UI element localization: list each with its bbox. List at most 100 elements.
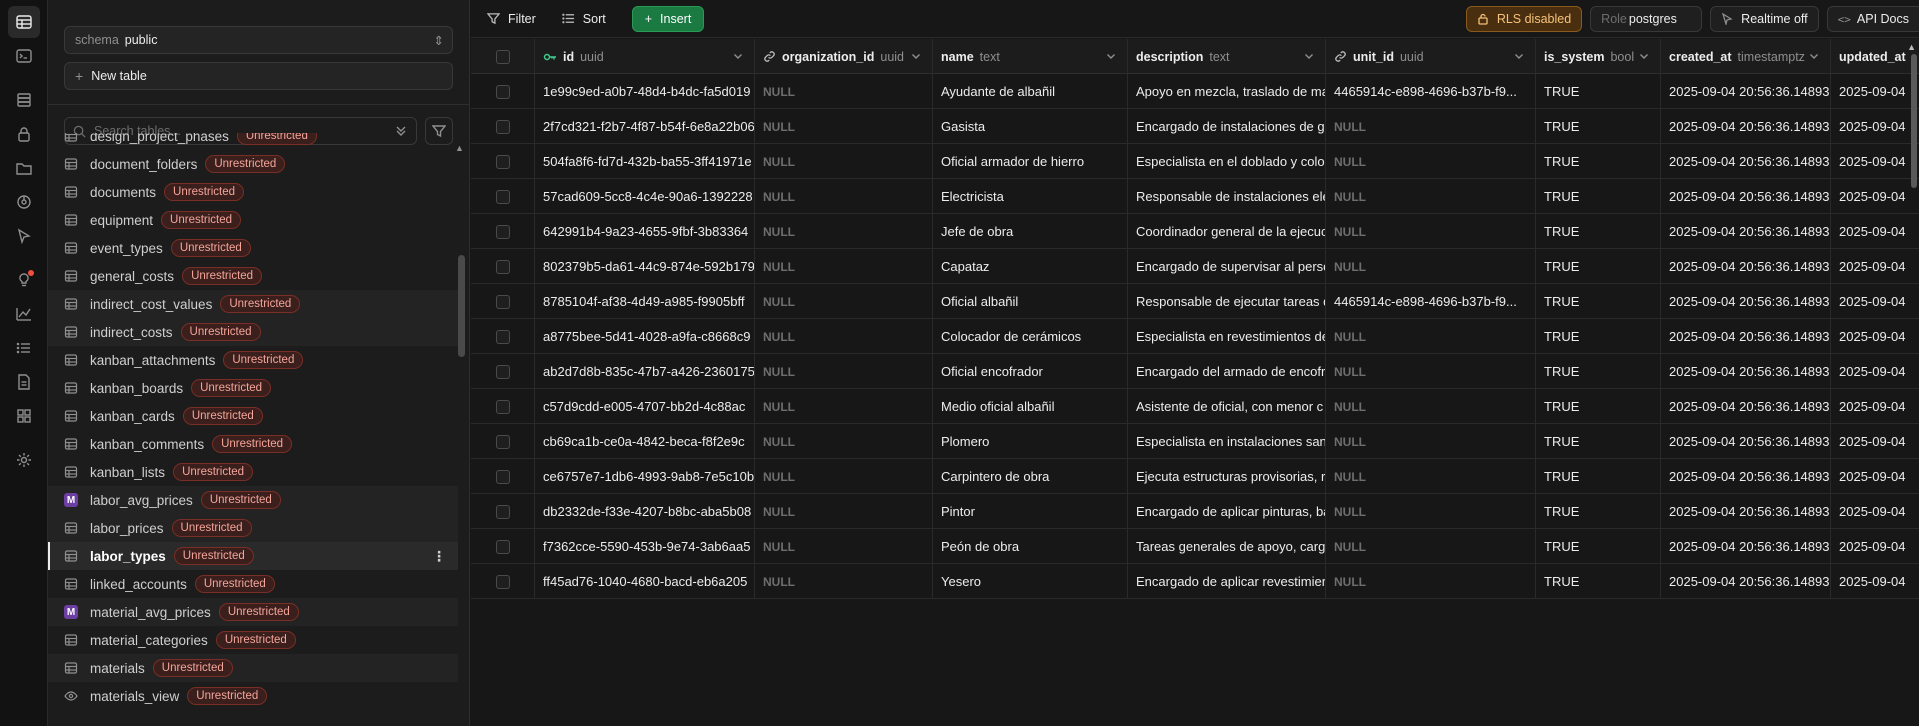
sidebar-item-kanban-comments[interactable]: kanban_comments Unrestricted — [48, 430, 458, 458]
sidebar-item-design-project-phases[interactable]: design_project_phases Unrestricted — [48, 133, 458, 150]
cell-created-at[interactable]: 2025-09-04 20:56:36.148938+0 — [1661, 249, 1831, 284]
cell-id[interactable]: cb69ca1b-ce0a-4842-beca-f8f2e9c — [535, 424, 755, 459]
cell-is-system[interactable]: TRUE — [1536, 144, 1661, 179]
chevron-down-icon[interactable] — [1105, 50, 1117, 62]
cell-name[interactable]: Ayudante de albañil — [933, 74, 1128, 109]
cell-created-at[interactable]: 2025-09-04 20:56:36.148938+0 — [1661, 214, 1831, 249]
sidebar-item-documents[interactable]: documents Unrestricted — [48, 178, 458, 206]
table-row[interactable]: 504fa8f6-fd7d-432b-ba55-3ff41971e NULL Ofi… — [471, 144, 1919, 179]
rail-database[interactable] — [8, 84, 40, 116]
cell-description[interactable]: Asistente de oficial, con menor c — [1128, 389, 1326, 424]
cell-unit-id[interactable]: NULL — [1326, 529, 1536, 564]
cell-id[interactable]: 2f7cd321-f2b7-4f87-b54f-6e8a22b06 — [535, 109, 755, 144]
row-checkbox[interactable] — [495, 574, 510, 589]
cell-name[interactable]: Yesero — [933, 564, 1128, 599]
sidebar-item-materials[interactable]: materials Unrestricted — [48, 654, 458, 682]
row-checkbox[interactable] — [495, 154, 510, 169]
cell-updated-at[interactable]: 2025-09-04 — [1831, 564, 1919, 599]
cell-is-system[interactable]: TRUE — [1536, 249, 1661, 284]
chevron-down-icon[interactable] — [732, 50, 744, 62]
schema-selector[interactable]: schema public ⇕ — [64, 26, 453, 54]
cell-name[interactable]: Medio oficial albañil — [933, 389, 1128, 424]
more-options-icon[interactable]: ⋮ — [432, 548, 446, 565]
cell-is-system[interactable]: TRUE — [1536, 564, 1661, 599]
cell-created-at[interactable]: 2025-09-04 20:56:36.148938+0 — [1661, 179, 1831, 214]
cell-description[interactable]: Tareas generales de apoyo, carg — [1128, 529, 1326, 564]
cell-is-system[interactable]: TRUE — [1536, 389, 1661, 424]
insert-button[interactable]: + Insert — [631, 5, 705, 32]
table-row[interactable]: ff45ad76-1040-4680-bacd-eb6a205 NULL Yeser… — [471, 564, 1919, 599]
cell-description[interactable]: Ejecuta estructuras provisorias, r — [1128, 459, 1326, 494]
cell-updated-at[interactable]: 2025-09-04 — [1831, 74, 1919, 109]
table-row[interactable]: c57d9cdd-e005-4707-bb2d-4c88ac NULL Medio … — [471, 389, 1919, 424]
column-header-updated-at[interactable]: updated_at — [1831, 39, 1919, 74]
cell-unit-id[interactable]: NULL — [1326, 494, 1536, 529]
table-row[interactable]: 1e99c9ed-a0b7-48d4-b4dc-fa5d019 NULL Ayuda… — [471, 74, 1919, 109]
rail-storage[interactable] — [8, 152, 40, 184]
cell-updated-at[interactable]: 2025-09-04 — [1831, 319, 1919, 354]
cell-organization-id[interactable]: NULL — [755, 144, 933, 179]
column-header-organization-id[interactable]: organization_id uuid — [755, 39, 933, 74]
row-checkbox[interactable] — [495, 119, 510, 134]
cell-organization-id[interactable]: NULL — [755, 424, 933, 459]
cell-updated-at[interactable]: 2025-09-04 — [1831, 214, 1919, 249]
sidebar-item-equipment[interactable]: equipment Unrestricted — [48, 206, 458, 234]
cell-updated-at[interactable]: 2025-09-04 — [1831, 354, 1919, 389]
cell-updated-at[interactable]: 2025-09-04 — [1831, 249, 1919, 284]
table-row[interactable]: ab2d7d8b-835c-47b7-a426-2360175 NULL Ofici… — [471, 354, 1919, 389]
cell-organization-id[interactable]: NULL — [755, 319, 933, 354]
sidebar-item-kanban-boards[interactable]: kanban_boards Unrestricted — [48, 374, 458, 402]
cell-id[interactable]: 802379b5-da61-44c9-874e-592b179 — [535, 249, 755, 284]
cell-is-system[interactable]: TRUE — [1536, 424, 1661, 459]
row-checkbox[interactable] — [495, 329, 510, 344]
chevron-down-icon[interactable] — [1303, 50, 1315, 62]
sidebar-item-kanban-lists[interactable]: kanban_lists Unrestricted — [48, 458, 458, 486]
chevron-down-icon[interactable] — [910, 50, 922, 62]
sidebar-item-indirect-cost-values[interactable]: indirect_cost_values Unrestricted — [48, 290, 458, 318]
cell-organization-id[interactable]: NULL — [755, 459, 933, 494]
cell-id[interactable]: 504fa8f6-fd7d-432b-ba55-3ff41971e — [535, 144, 755, 179]
cell-id[interactable]: ab2d7d8b-835c-47b7-a426-2360175 — [535, 354, 755, 389]
chevron-down-icon[interactable] — [1808, 50, 1820, 62]
cell-unit-id[interactable]: NULL — [1326, 389, 1536, 424]
cell-name[interactable]: Peón de obra — [933, 529, 1128, 564]
sidebar-scrollbar-thumb[interactable] — [458, 255, 465, 357]
table-row[interactable]: a8775bee-5d41-4028-a9fa-c8668c9 NULL Coloc… — [471, 319, 1919, 354]
rail-advisors[interactable] — [8, 264, 40, 296]
cell-unit-id[interactable]: NULL — [1326, 319, 1536, 354]
cell-is-system[interactable]: TRUE — [1536, 214, 1661, 249]
cell-updated-at[interactable]: 2025-09-04 — [1831, 389, 1919, 424]
cell-id[interactable]: 8785104f-af38-4d49-a985-f9905bff — [535, 284, 755, 319]
cell-name[interactable]: Capataz — [933, 249, 1128, 284]
sidebar-item-linked-accounts[interactable]: linked_accounts Unrestricted — [48, 570, 458, 598]
cell-is-system[interactable]: TRUE — [1536, 74, 1661, 109]
cell-description[interactable]: Especialista en instalaciones san — [1128, 424, 1326, 459]
cell-organization-id[interactable]: NULL — [755, 214, 933, 249]
cell-is-system[interactable]: TRUE — [1536, 284, 1661, 319]
cell-updated-at[interactable]: 2025-09-04 — [1831, 179, 1919, 214]
table-row[interactable]: 802379b5-da61-44c9-874e-592b179 NULL Capat… — [471, 249, 1919, 284]
cell-created-at[interactable]: 2025-09-04 20:56:36.148938+0 — [1661, 354, 1831, 389]
cell-unit-id[interactable]: NULL — [1326, 459, 1536, 494]
filter-button[interactable]: Filter — [487, 12, 536, 26]
rail-sql-editor[interactable] — [8, 40, 40, 72]
cell-organization-id[interactable]: NULL — [755, 179, 933, 214]
cell-name[interactable]: Plomero — [933, 424, 1128, 459]
cell-unit-id[interactable]: NULL — [1326, 214, 1536, 249]
table-row[interactable]: db2332de-f33e-4207-b8bc-aba5b08 NULL Pinto… — [471, 494, 1919, 529]
row-checkbox[interactable] — [495, 364, 510, 379]
select-all-checkbox[interactable] — [495, 49, 510, 64]
cell-description[interactable]: Coordinador general de la ejecuc — [1128, 214, 1326, 249]
cell-name[interactable]: Jefe de obra — [933, 214, 1128, 249]
rail-logs[interactable] — [8, 332, 40, 364]
cell-updated-at[interactable]: 2025-09-04 — [1831, 529, 1919, 564]
sidebar-item-material-categories[interactable]: material_categories Unrestricted — [48, 626, 458, 654]
cell-created-at[interactable]: 2025-09-04 20:56:36.148938+0 — [1661, 564, 1831, 599]
cell-updated-at[interactable]: 2025-09-04 — [1831, 284, 1919, 319]
cell-created-at[interactable]: 2025-09-04 20:56:36.148938+0 — [1661, 494, 1831, 529]
row-checkbox[interactable] — [495, 539, 510, 554]
cell-unit-id[interactable]: 4465914c-e898-4696-b37b-f9... — [1326, 74, 1536, 109]
cell-organization-id[interactable]: NULL — [755, 354, 933, 389]
sidebar-item-labor-types[interactable]: labor_types Unrestricted ⋮ — [48, 542, 458, 570]
cell-description[interactable]: Responsable de ejecutar tareas d — [1128, 284, 1326, 319]
